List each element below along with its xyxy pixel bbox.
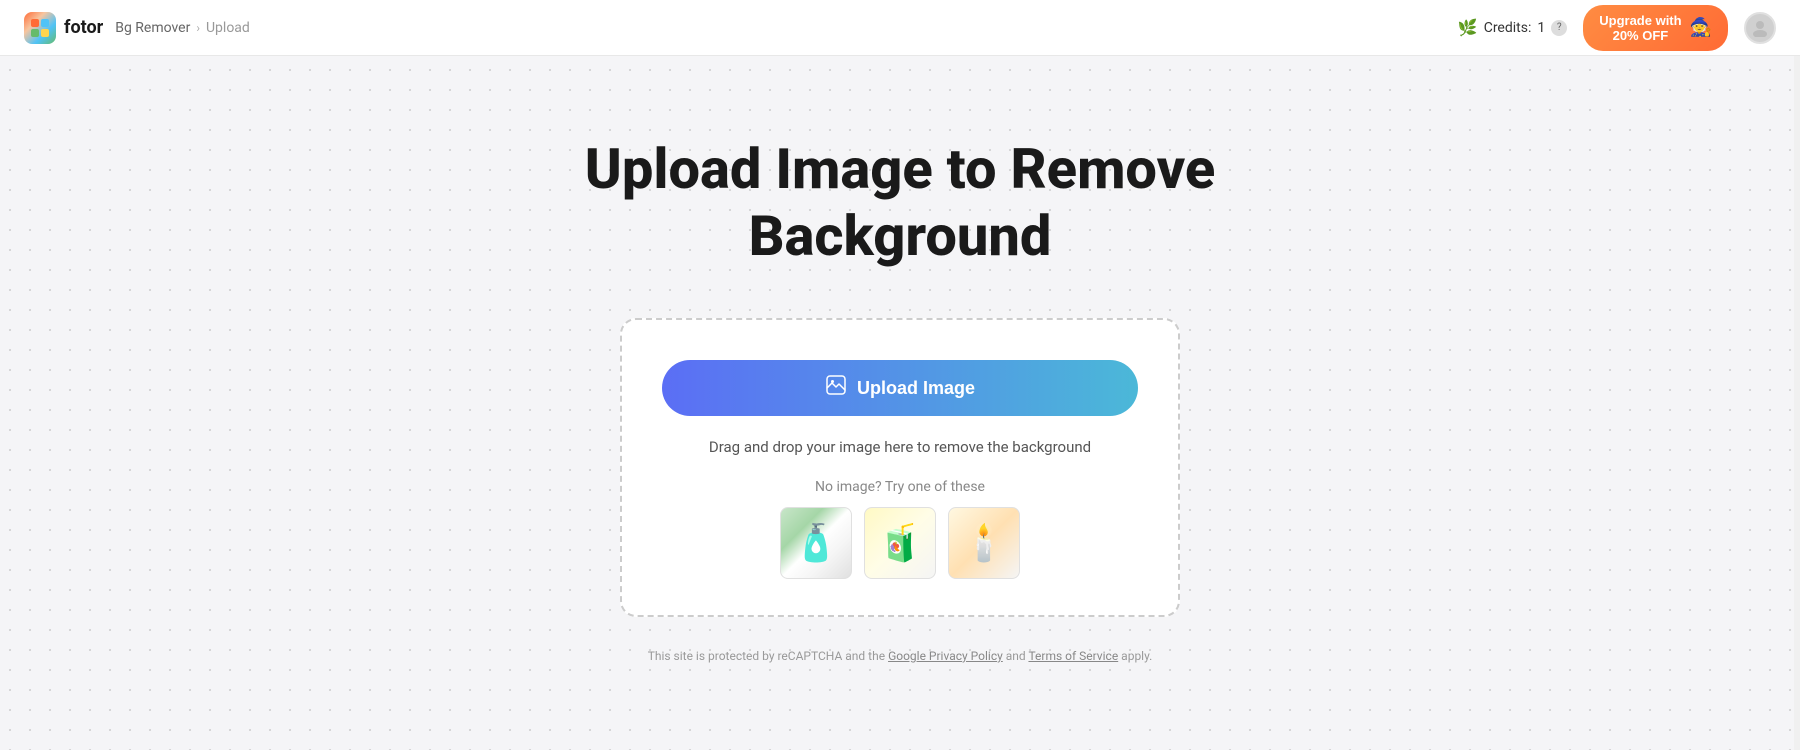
credits-count: 1 <box>1537 20 1545 36</box>
main-content: Upload Image to Remove Background Upload… <box>0 56 1800 703</box>
breadcrumb-current: Upload <box>206 20 250 36</box>
footer-and: and <box>1006 649 1026 663</box>
upload-button-label: Upload Image <box>857 378 975 399</box>
header-left: fotor Bg Remover › Upload <box>24 12 250 44</box>
logo-text: fotor <box>64 17 103 38</box>
credits-area: 🌿 Credits: 1 ? <box>1458 18 1567 37</box>
footer-text: This site is protected by reCAPTCHA and … <box>648 649 1153 663</box>
upload-zone[interactable]: Upload Image Drag and drop your image he… <box>620 318 1180 617</box>
breadcrumb-main: Bg Remover <box>115 20 190 36</box>
sample-thumbnails <box>780 507 1020 579</box>
page-title: Upload Image to Remove Background <box>550 136 1250 270</box>
footer-suffix: apply. <box>1121 649 1152 663</box>
credits-info-icon[interactable]: ? <box>1551 20 1567 36</box>
breadcrumb-separator: › <box>196 21 200 35</box>
fotor-logo-icon <box>24 12 56 44</box>
no-image-text: No image? Try one of these <box>815 479 985 495</box>
sample-image-2[interactable] <box>864 507 936 579</box>
terms-link[interactable]: Terms of Service <box>1028 649 1118 663</box>
drag-drop-text: Drag and drop your image here to remove … <box>709 436 1091 459</box>
logo[interactable]: fotor <box>24 12 103 44</box>
upgrade-button[interactable]: Upgrade with20% OFF 🧙 <box>1583 5 1728 51</box>
breadcrumb: Bg Remover › Upload <box>115 20 250 36</box>
leaf-icon: 🌿 <box>1458 18 1478 37</box>
avatar[interactable] <box>1744 12 1776 44</box>
upgrade-label: Upgrade with20% OFF <box>1599 13 1681 43</box>
sample-image-3[interactable] <box>948 507 1020 579</box>
sample-image-1[interactable] <box>780 507 852 579</box>
credits-label: Credits: <box>1484 20 1532 36</box>
header: fotor Bg Remover › Upload 🌿 Credits: 1 ?… <box>0 0 1800 56</box>
upload-button[interactable]: Upload Image <box>662 360 1138 416</box>
sample-images-area: No image? Try one of these <box>662 479 1138 579</box>
footer-prefix: This site is protected by reCAPTCHA and … <box>648 649 885 663</box>
witch-hat-icon: 🧙 <box>1690 17 1712 38</box>
upload-icon <box>825 374 847 402</box>
privacy-policy-link[interactable]: Google Privacy Policy <box>888 649 1003 663</box>
header-right: 🌿 Credits: 1 ? Upgrade with20% OFF 🧙 <box>1458 5 1776 51</box>
scrollbar-track[interactable] <box>1794 0 1800 750</box>
